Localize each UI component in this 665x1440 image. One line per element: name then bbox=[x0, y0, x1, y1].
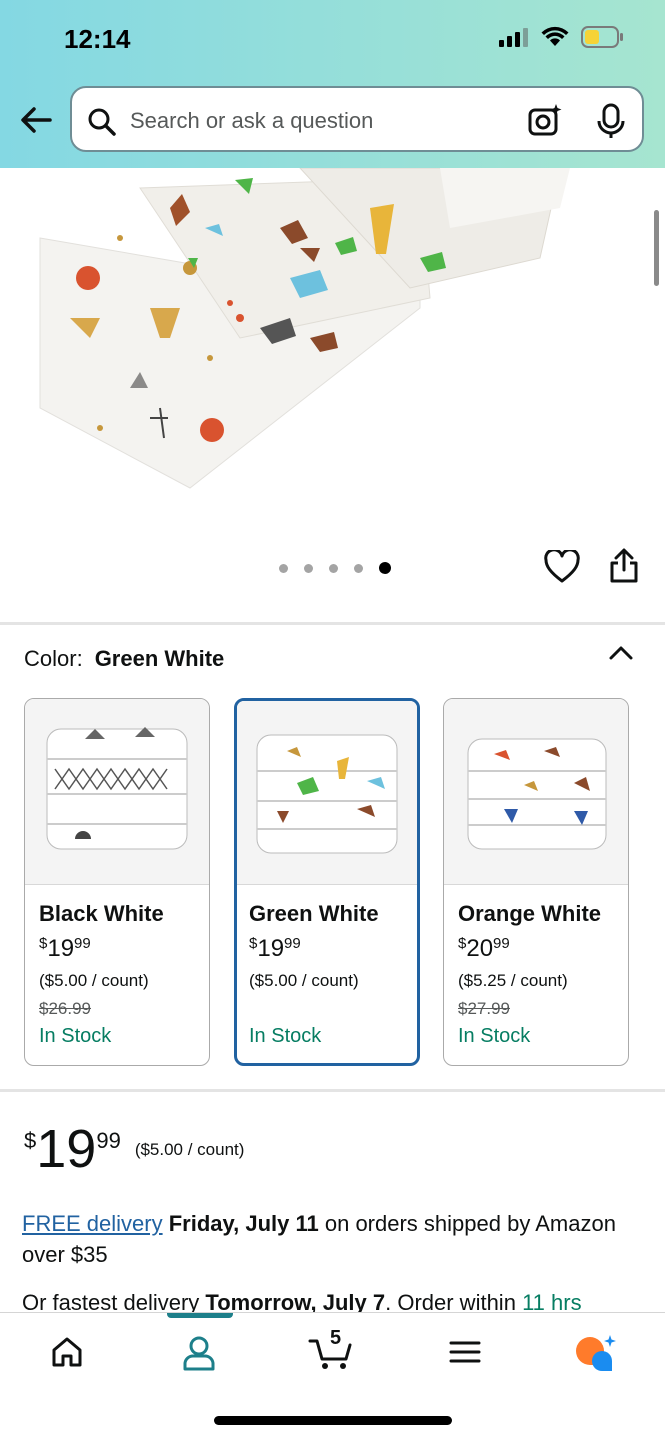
color-option-thumbnail bbox=[444, 699, 628, 885]
heart-icon[interactable] bbox=[544, 550, 580, 584]
color-option-stock: In Stock bbox=[249, 1025, 322, 1047]
carousel-dot[interactable] bbox=[304, 563, 313, 573]
swaddle-blankets-image bbox=[0, 168, 665, 498]
menu-icon[interactable] bbox=[448, 1335, 482, 1369]
selected-color: Green White bbox=[94, 646, 225, 671]
signal-icon bbox=[499, 28, 528, 47]
carousel-dot-active[interactable] bbox=[379, 562, 391, 574]
wifi-icon bbox=[541, 26, 569, 46]
color-option-unit-price: ($5.00 / count) bbox=[39, 971, 149, 990]
back-arrow-icon[interactable] bbox=[16, 100, 56, 140]
home-indicator[interactable] bbox=[214, 1416, 452, 1425]
color-option-stock: In Stock bbox=[39, 1025, 112, 1047]
color-option-thumbnail bbox=[25, 699, 209, 885]
price-unit: ($5.00 / count) bbox=[134, 1140, 245, 1159]
color-option-name: Green White bbox=[249, 901, 379, 926]
carousel-dot[interactable] bbox=[354, 563, 363, 573]
account-icon[interactable] bbox=[182, 1335, 216, 1371]
color-option-unit-price: ($5.25 / count) bbox=[458, 971, 568, 990]
price-symbol: $ bbox=[24, 1128, 37, 1153]
color-selector-header[interactable]: Color: Green White bbox=[24, 646, 224, 672]
status-time: 12:14 bbox=[64, 24, 131, 54]
status-icons bbox=[499, 26, 623, 48]
section-divider bbox=[0, 622, 665, 625]
microphone-icon[interactable] bbox=[596, 102, 626, 140]
delivery-info: FREE delivery Friday, July 11 on orders … bbox=[22, 1208, 622, 1270]
image-carousel-dots[interactable] bbox=[279, 562, 391, 574]
camera-search-icon[interactable] bbox=[526, 102, 564, 140]
free-delivery-link[interactable]: FREE delivery bbox=[22, 1211, 163, 1236]
color-option-thumbnail bbox=[237, 701, 417, 885]
orange-white-blanket-image bbox=[467, 738, 607, 850]
home-icon[interactable] bbox=[50, 1335, 84, 1369]
product-image[interactable] bbox=[0, 168, 665, 498]
black-white-blanket-image bbox=[46, 727, 188, 850]
chevron-up-icon[interactable] bbox=[608, 640, 634, 666]
color-option-unit-price: ($5.00 / count) bbox=[249, 971, 359, 990]
color-option-card-selected[interactable]: Green White $1999 ($5.00 / count) In Sto… bbox=[234, 698, 420, 1066]
section-divider bbox=[0, 1089, 665, 1092]
color-label: Color: bbox=[24, 646, 83, 671]
active-tab-indicator bbox=[167, 1313, 233, 1318]
color-option-stock: In Stock bbox=[458, 1025, 531, 1047]
green-white-blanket-image bbox=[256, 734, 398, 854]
color-option-list-price: $27.99 bbox=[458, 999, 510, 1018]
carousel-dot[interactable] bbox=[279, 563, 288, 573]
search-input[interactable]: Search or ask a question bbox=[130, 108, 373, 134]
app-header: 12:14 Search or ask a question bbox=[0, 0, 665, 168]
color-option-list-price: $26.99 bbox=[39, 999, 91, 1018]
color-option-card[interactable]: Orange White $2099 ($5.25 / count) $27.9… bbox=[443, 698, 629, 1066]
search-icon bbox=[88, 108, 116, 136]
page-scrollbar[interactable] bbox=[654, 210, 659, 286]
color-option-name: Orange White bbox=[458, 901, 602, 926]
color-option-card[interactable]: Black White $1999 ($5.00 / count) $26.99… bbox=[24, 698, 210, 1066]
rufus-assistant-icon[interactable] bbox=[574, 1335, 618, 1371]
color-option-name: Black White bbox=[39, 901, 164, 926]
price-dollars: 19 bbox=[36, 1119, 97, 1179]
carousel-dot[interactable] bbox=[329, 563, 338, 573]
delivery-date: Friday, July 11 bbox=[168, 1211, 319, 1236]
product-price: $ 19 99 ($5.00 / count) bbox=[24, 1120, 244, 1178]
color-option-price: $1999 bbox=[249, 935, 301, 962]
color-option-price: $1999 bbox=[39, 935, 91, 962]
share-icon[interactable] bbox=[608, 548, 640, 584]
battery-icon bbox=[581, 26, 623, 48]
price-cents: 99 bbox=[96, 1128, 121, 1153]
search-bar[interactable]: Search or ask a question bbox=[70, 86, 644, 152]
cart-icon[interactable] bbox=[308, 1335, 356, 1371]
color-option-price: $2099 bbox=[458, 935, 510, 962]
